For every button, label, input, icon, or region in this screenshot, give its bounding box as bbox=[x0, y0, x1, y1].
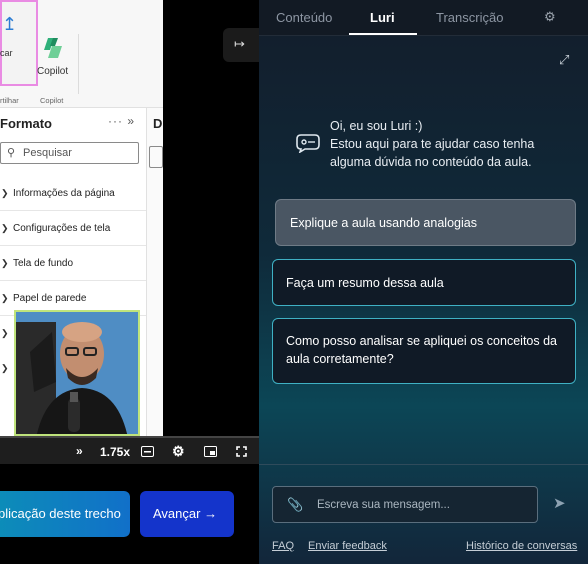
chat-divider bbox=[259, 464, 588, 465]
greeting-body: Estou aqui para te ajudar caso tenha alg… bbox=[330, 137, 535, 169]
captions-icon[interactable] bbox=[141, 446, 154, 460]
format-item-page-info: ❯ Informações da página bbox=[0, 176, 146, 211]
luri-mascot-icon bbox=[296, 134, 320, 153]
format-search: ⚲ Pesquisar bbox=[0, 142, 139, 164]
fullscreen-icon[interactable] bbox=[236, 446, 247, 460]
data-pane-strip: D bbox=[147, 108, 163, 436]
copilot-label: Copilot bbox=[37, 66, 69, 77]
chevron-right-icon: ❯ bbox=[1, 258, 9, 268]
send-icon[interactable]: ➤ bbox=[553, 494, 566, 512]
search-icon: ⚲ bbox=[7, 147, 16, 159]
ribbon: ↥ car rtilhar Copilot Copilot bbox=[0, 0, 163, 108]
expand-icon[interactable]: ⤢ bbox=[559, 52, 569, 68]
share-group-label: rtilhar bbox=[0, 96, 19, 105]
fast-forward-icon[interactable]: » bbox=[76, 444, 83, 458]
tab-conteudo[interactable]: Conteúdo bbox=[276, 10, 332, 25]
format-item-label: Configurações de tela bbox=[13, 223, 111, 234]
format-item-screen-settings: ❯ Configurações de tela bbox=[0, 211, 146, 246]
message-input[interactable] bbox=[317, 495, 532, 515]
suggestion-analyze-concepts[interactable]: Como posso analisar se apliquei os conce… bbox=[272, 318, 576, 384]
message-box: 📎 bbox=[272, 486, 538, 523]
playback-rate[interactable]: 1.75x bbox=[100, 445, 130, 459]
history-link[interactable]: Histórico de conversas bbox=[466, 540, 577, 552]
collapse-panel-button[interactable]: ↦ bbox=[223, 28, 259, 62]
suggestion-summary[interactable]: Faça um resumo dessa aula bbox=[272, 259, 576, 306]
active-tab-indicator bbox=[349, 33, 417, 35]
format-pane-title: Formato bbox=[0, 116, 52, 131]
share-label: car bbox=[0, 48, 13, 58]
format-item-label: Papel de parede bbox=[13, 293, 87, 304]
pane-controls-icon: ··· » bbox=[108, 114, 135, 128]
copilot-group-label: Copilot bbox=[40, 96, 64, 105]
settings-gear-icon[interactable]: ⚙ bbox=[172, 443, 185, 460]
ribbon-divider bbox=[78, 34, 79, 94]
format-item-label: Informações da página bbox=[13, 188, 115, 199]
luri-greeting: Oi, eu sou Luri :) Estou aqui para te aj… bbox=[330, 117, 570, 171]
paperclip-icon[interactable]: 📎 bbox=[287, 497, 303, 513]
chevron-right-icon: ❯ bbox=[1, 328, 9, 338]
share-button: ↥ car bbox=[0, 0, 38, 86]
panel-tabs: Conteúdo Luri Transcrição ⚙ bbox=[259, 0, 588, 36]
feedback-link[interactable]: Enviar feedback bbox=[308, 540, 387, 552]
next-button-label: Avançar bbox=[153, 506, 201, 521]
app-root: ↥ car rtilhar Copilot Copilot Formato ··… bbox=[0, 0, 588, 564]
video-panel: ↥ car rtilhar Copilot Copilot Formato ··… bbox=[0, 0, 259, 564]
next-button[interactable]: Avançar → bbox=[140, 491, 234, 537]
screen-recording: ↥ car rtilhar Copilot Copilot Formato ··… bbox=[0, 0, 163, 436]
format-item-label: Tela de fundo bbox=[13, 258, 74, 269]
lesson-actions: plicação deste trecho Avançar → bbox=[0, 464, 259, 564]
copilot-icon bbox=[44, 38, 62, 58]
instructor-webcam bbox=[14, 310, 140, 436]
chevron-right-icon: ❯ bbox=[1, 223, 9, 233]
arrow-right-icon: → bbox=[204, 506, 218, 521]
data-pane-search bbox=[149, 146, 163, 168]
instructor-image bbox=[16, 312, 138, 434]
format-item-background: ❯ Tela de fundo bbox=[0, 246, 146, 281]
luri-panel: Conteúdo Luri Transcrição ⚙ ⤢ Oi, eu sou… bbox=[259, 0, 588, 564]
apply-excerpt-button[interactable]: plicação deste trecho bbox=[0, 491, 130, 537]
video-frame[interactable]: ↥ car rtilhar Copilot Copilot Formato ··… bbox=[0, 0, 259, 436]
player-controls: » 1.75x ⚙ bbox=[0, 436, 259, 464]
gear-icon[interactable]: ⚙ bbox=[544, 9, 556, 25]
faq-link[interactable]: FAQ bbox=[272, 540, 294, 552]
tab-transcricao[interactable]: Transcrição bbox=[436, 10, 503, 25]
data-pane-title: D bbox=[153, 116, 163, 131]
chevron-right-icon: ❯ bbox=[1, 363, 9, 373]
tab-luri[interactable]: Luri bbox=[370, 10, 395, 25]
suggestion-analogies[interactable]: Explique a aula usando analogias bbox=[275, 199, 576, 246]
picture-in-picture-icon[interactable] bbox=[204, 446, 217, 460]
format-search-placeholder: Pesquisar bbox=[23, 147, 72, 159]
chevron-right-icon: ❯ bbox=[1, 293, 9, 303]
greeting-title: Oi, eu sou Luri :) bbox=[330, 119, 423, 133]
chevron-right-icon: ❯ bbox=[1, 188, 9, 198]
share-icon: ↥ bbox=[2, 14, 18, 34]
